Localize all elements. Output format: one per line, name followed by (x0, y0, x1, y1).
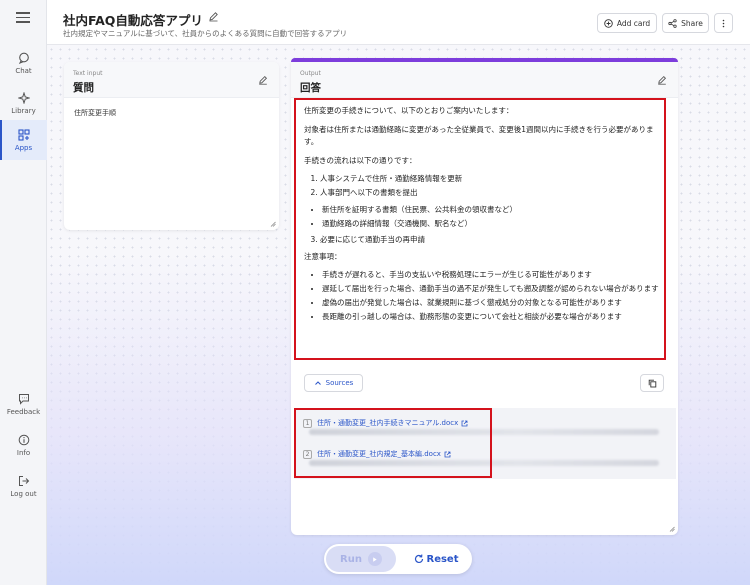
pencil-icon[interactable] (657, 75, 667, 85)
sidebar-item-chat[interactable]: Chat (0, 43, 47, 83)
sparkle-icon (17, 91, 30, 104)
run-controls: Run Reset (324, 544, 472, 574)
sidebar-item-info[interactable]: Info (0, 425, 47, 465)
answer-intro: 住所変更の手続きについて、以下のとおりご案内いたします： (304, 106, 514, 115)
sidebar-item-label: Info (16, 448, 31, 457)
chevron-up-icon (314, 381, 321, 385)
copy-icon (648, 379, 656, 387)
output-card: Output 回答 住所変更の手続きについて、以下のとおりご案内いたします： 対… (291, 58, 678, 535)
sidebar-item-logout[interactable]: Log out (0, 466, 47, 506)
list-item: 通勤経路の詳細情報（交通機関、駅名など） (322, 218, 664, 231)
run-label: Run (340, 553, 362, 565)
card-title: 質問 (73, 82, 94, 94)
sidebar-item-label: Chat (15, 66, 32, 75)
question-textarea[interactable]: 住所変更手順 (74, 108, 116, 118)
add-card-label: Add card (616, 18, 651, 28)
share-label: Share (681, 18, 703, 28)
card-type-label: Output (300, 70, 321, 77)
sidebar: Chat Library Apps Feedback Info Log out (0, 0, 47, 585)
share-button[interactable]: Share (662, 13, 709, 33)
list-item: 虚偽の届出が発覚した場合は、就業規則に基づく懲戒処分の対象となる可能性があります (322, 297, 664, 310)
text-input-card: Text input 質問 住所変更手順 (64, 62, 279, 230)
page-title: 社内FAQ自動応答アプリ (63, 13, 203, 28)
steps-list-continued: 必要に応じて通勤手当の再申請 (320, 234, 664, 247)
apps-icon (17, 128, 30, 141)
more-vertical-icon (722, 19, 725, 27)
documents-list: 新住所を証明する書類（住民票、公共料金の領収書など） 通勤経路の詳細情報（交通機… (322, 204, 664, 231)
answer-target: 対象者は住所または通勤経路に変更があった全従業員で、変更後1週間以内に手続きを行… (304, 124, 654, 147)
feedback-icon (18, 393, 29, 405)
sidebar-item-apps[interactable]: Apps (0, 120, 47, 160)
share-icon (668, 18, 677, 28)
list-item: 遅延して届出を行った場合、通勤手当の過不足が発生しても遡及調整が認められない場合… (322, 283, 664, 296)
reset-button[interactable]: Reset (406, 546, 466, 572)
notes-list: 手続きが遅れると、手当の支払いや税務処理にエラーが生じる可能性があります 遅延し… (322, 269, 664, 324)
sidebar-item-label: Library (11, 106, 36, 115)
pencil-icon[interactable] (208, 11, 219, 22)
more-options-button[interactable] (714, 13, 733, 33)
sidebar-item-feedback[interactable]: Feedback (0, 384, 47, 424)
list-item: 手続きが遅れると、手当の支払いや税務処理にエラーが生じる可能性があります (322, 269, 664, 282)
page-description: 社内規定やマニュアルに基づいて、社員からのよくある質問に自動で回答するアプリ (63, 29, 348, 38)
app-header: 社内FAQ自動応答アプリ 社内規定やマニュアルに基づいて、社員からのよくある質問… (47, 0, 750, 45)
sidebar-item-label: Feedback (6, 407, 41, 416)
add-card-button[interactable]: Add card (597, 13, 657, 33)
play-icon (367, 552, 382, 566)
logout-icon (18, 475, 29, 486)
resize-handle-icon[interactable] (669, 526, 675, 532)
answer-notes-heading: 注意事項： (304, 251, 342, 261)
chat-icon (18, 52, 29, 64)
card-type-label: Text input (73, 70, 103, 77)
list-item: 新住所を証明する書類（住民票、公共料金の領収書など） (322, 204, 664, 217)
card-header: Output 回答 (291, 62, 678, 98)
answer-flow-heading: 手続きの流れは以下の通りです： (304, 155, 417, 165)
resize-handle-icon[interactable] (270, 221, 276, 227)
card-title: 回答 (300, 82, 321, 94)
card-header: Text input 質問 (64, 62, 279, 98)
list-item: 人事部門へ以下の書類を提出 (320, 187, 664, 200)
pencil-icon[interactable] (258, 75, 268, 85)
list-item: 長距離の引っ越しの場合は、勤務形態の変更について会社と相談が必要な場合があります (322, 311, 664, 324)
sources-highlight-box (294, 408, 492, 478)
sidebar-item-library[interactable]: Library (0, 83, 47, 123)
sources-label: Sources (325, 379, 354, 387)
refresh-icon (414, 554, 423, 564)
main-canvas: 社内FAQ自動応答アプリ 社内規定やマニュアルに基づいて、社員からのよくある質問… (47, 0, 750, 585)
answer-highlight-box: 住所変更の手続きについて、以下のとおりご案内いたします： 対象者は住所または通勤… (294, 98, 666, 360)
list-item: 必要に応じて通勤手当の再申請 (320, 234, 664, 247)
hamburger-menu-icon[interactable] (16, 12, 30, 24)
steps-list: 人事システムで住所・通勤経路情報を更新 人事部門へ以下の書類を提出 (320, 173, 664, 200)
copy-button[interactable] (640, 374, 664, 392)
answer-text: 住所変更の手続きについて、以下のとおりご案内いたします： 対象者は住所または通勤… (304, 105, 664, 328)
sidebar-item-label: Log out (10, 489, 37, 498)
reset-label: Reset (426, 553, 459, 565)
list-item: 人事システムで住所・通勤経路情報を更新 (320, 173, 664, 186)
sources-toggle-button[interactable]: Sources (304, 374, 363, 392)
run-button[interactable]: Run (326, 546, 396, 572)
plus-circle-icon (604, 18, 613, 28)
info-icon (18, 434, 29, 445)
sidebar-item-label: Apps (14, 143, 33, 152)
